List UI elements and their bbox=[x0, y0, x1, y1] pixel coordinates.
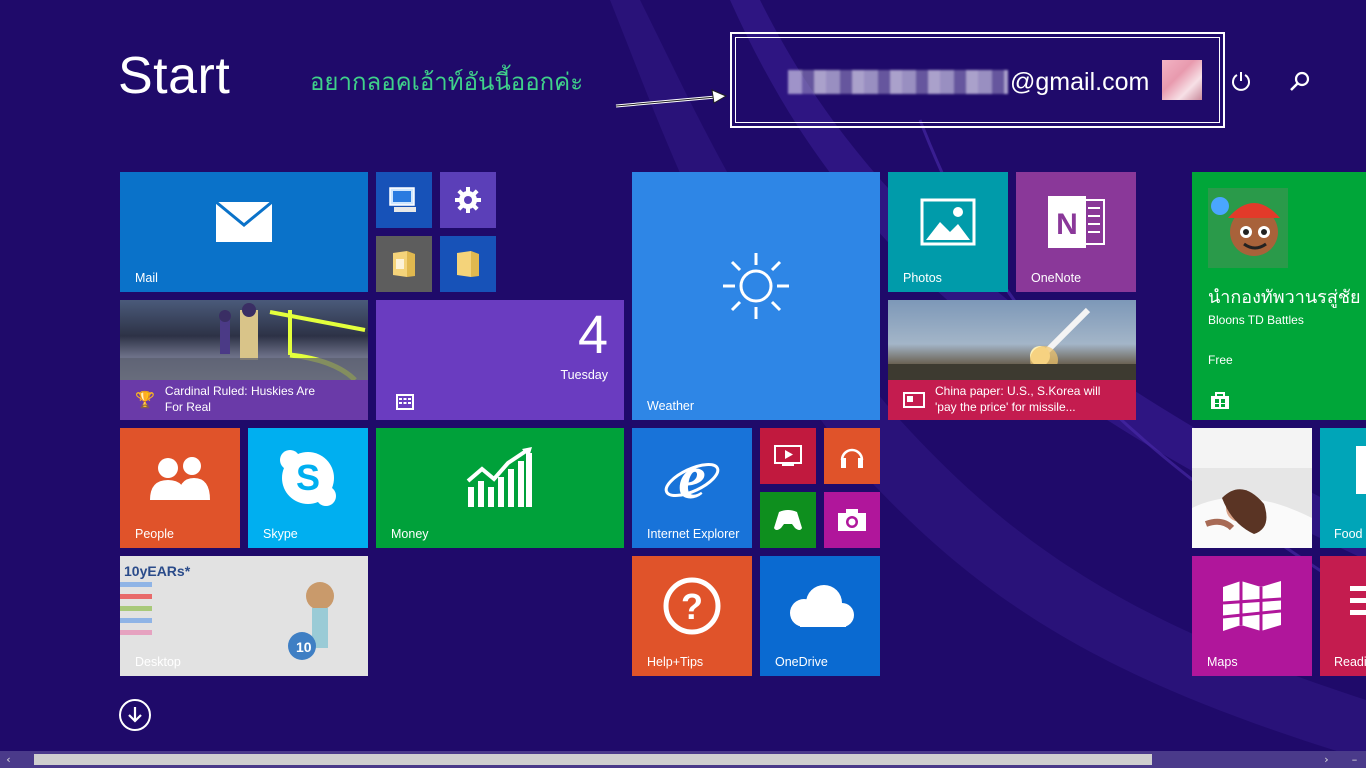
computer-icon bbox=[376, 172, 432, 228]
tile-label: Help+Tips bbox=[647, 655, 704, 669]
tile-mail[interactable]: Mail bbox=[120, 172, 368, 292]
tile-label: OneDrive bbox=[775, 655, 828, 669]
tile-photos[interactable]: Photos bbox=[888, 172, 1008, 292]
tile-label: Desktop bbox=[135, 655, 181, 669]
svg-text:S: S bbox=[296, 457, 320, 498]
sun-icon bbox=[632, 172, 880, 420]
power-icon[interactable] bbox=[1226, 66, 1256, 96]
tile-settings[interactable] bbox=[440, 172, 496, 228]
tile-desktop[interactable]: 10yEARs* 10 Desktop bbox=[120, 556, 368, 676]
video-icon bbox=[760, 428, 816, 484]
start-title: Start bbox=[118, 47, 231, 105]
folder-icon bbox=[440, 236, 496, 292]
svg-text:N: N bbox=[1056, 208, 1078, 241]
user-email-suffix: @gmail.com bbox=[1010, 67, 1150, 96]
sports-headline: Cardinal Ruled: Huskies Are For Real bbox=[164, 384, 315, 414]
tile-video[interactable] bbox=[760, 428, 816, 484]
annotation-text: อยากลอคเอ้าท์อันนี้ออกค่ะ bbox=[310, 68, 584, 96]
tile-folder-2[interactable] bbox=[440, 236, 496, 292]
tile-label: Mail bbox=[135, 271, 158, 285]
bloons-app-icon bbox=[1208, 188, 1288, 268]
tile-label: Skype bbox=[263, 527, 298, 541]
tile-label: Internet Explorer bbox=[647, 527, 740, 541]
tile-onedrive[interactable]: OneDrive bbox=[760, 556, 880, 676]
tile-label: Maps bbox=[1207, 655, 1238, 669]
svg-text:10: 10 bbox=[296, 639, 312, 655]
store-icon bbox=[1210, 390, 1230, 410]
arrow-down-circle-icon[interactable] bbox=[119, 699, 151, 731]
news-photo bbox=[888, 300, 1136, 380]
tile-music[interactable] bbox=[824, 428, 880, 484]
tile-help-tips[interactable]: ? Help+Tips bbox=[632, 556, 752, 676]
tile-this-pc[interactable] bbox=[376, 172, 432, 228]
girl-photo bbox=[1192, 428, 1312, 548]
user-account-button[interactable]: @gmail.com bbox=[788, 64, 1149, 100]
tile-photo-live[interactable] bbox=[1192, 428, 1312, 548]
zoom-out-icon[interactable]: – bbox=[1346, 751, 1363, 768]
headphones-icon bbox=[824, 428, 880, 484]
tile-label: Money bbox=[391, 527, 429, 541]
tile-internet-explorer[interactable]: e Internet Explorer bbox=[632, 428, 752, 548]
scroll-right-arrow-icon[interactable]: › bbox=[1318, 751, 1335, 768]
avatar[interactable] bbox=[1162, 60, 1202, 100]
scroll-left-arrow-icon[interactable]: ‹ bbox=[0, 751, 17, 768]
tile-folder-1[interactable] bbox=[376, 236, 432, 292]
svg-text:e: e bbox=[678, 448, 706, 508]
folder-icon bbox=[376, 236, 432, 292]
redacted-username bbox=[788, 70, 1008, 94]
calendar-icon bbox=[396, 394, 414, 410]
camera-icon bbox=[824, 492, 880, 548]
newspaper-icon bbox=[903, 392, 925, 408]
gear-icon bbox=[440, 172, 496, 228]
trophy-icon: 🏆 bbox=[135, 392, 155, 409]
calendar-weekday: Tuesday bbox=[560, 368, 608, 382]
tile-people[interactable]: People bbox=[120, 428, 240, 548]
svg-text:?: ? bbox=[681, 586, 703, 627]
store-app-title: นำกองทัพวานรสู่ชัย bbox=[1208, 287, 1361, 308]
horizontal-scrollbar[interactable]: ‹ › – bbox=[0, 751, 1366, 768]
reading-list-icon bbox=[1350, 580, 1366, 626]
search-icon[interactable] bbox=[1285, 66, 1315, 96]
tile-label: Readi bbox=[1334, 655, 1366, 669]
tile-maps[interactable]: Maps bbox=[1192, 556, 1312, 676]
scroll-thumb[interactable] bbox=[34, 754, 1152, 765]
tile-label: Food bbox=[1334, 527, 1363, 541]
tile-news[interactable]: China paper: U.S., S.Korea will 'pay the… bbox=[888, 300, 1136, 420]
tile-skype[interactable]: S Skype bbox=[248, 428, 368, 548]
store-app-name: Bloons TD Battles bbox=[1208, 313, 1304, 327]
tile-reading-list[interactable]: Readi bbox=[1320, 556, 1366, 676]
tile-label: Photos bbox=[903, 271, 942, 285]
tile-store-app[interactable]: นำกองทัพวานรสู่ชัย Bloons TD Battles Fre… bbox=[1192, 172, 1366, 420]
tile-food[interactable]: Food bbox=[1320, 428, 1366, 548]
tile-label: OneNote bbox=[1031, 271, 1082, 285]
tile-games[interactable] bbox=[760, 492, 816, 548]
tile-label: People bbox=[135, 527, 174, 541]
news-headline: China paper: U.S., S.Korea will 'pay the… bbox=[935, 384, 1101, 414]
tile-calendar[interactable]: 4 Tuesday bbox=[376, 300, 624, 420]
tile-sports[interactable]: 🏆 Cardinal Ruled: Huskies Are For Real bbox=[120, 300, 368, 420]
food-icon bbox=[1356, 446, 1366, 494]
tile-label: Weather bbox=[647, 399, 695, 413]
tile-money[interactable]: Money bbox=[376, 428, 624, 548]
store-app-price: Free bbox=[1208, 353, 1233, 367]
svg-text:10yEARs*: 10yEARs* bbox=[124, 563, 191, 579]
annotation-arrow bbox=[615, 89, 728, 108]
tile-weather[interactable]: Weather bbox=[632, 172, 880, 420]
tile-camera[interactable] bbox=[824, 492, 880, 548]
sports-photo bbox=[120, 300, 368, 382]
xbox-controller-icon bbox=[760, 492, 816, 548]
tile-onenote[interactable]: N OneNote bbox=[1016, 172, 1136, 292]
calendar-day: 4 bbox=[577, 305, 608, 365]
